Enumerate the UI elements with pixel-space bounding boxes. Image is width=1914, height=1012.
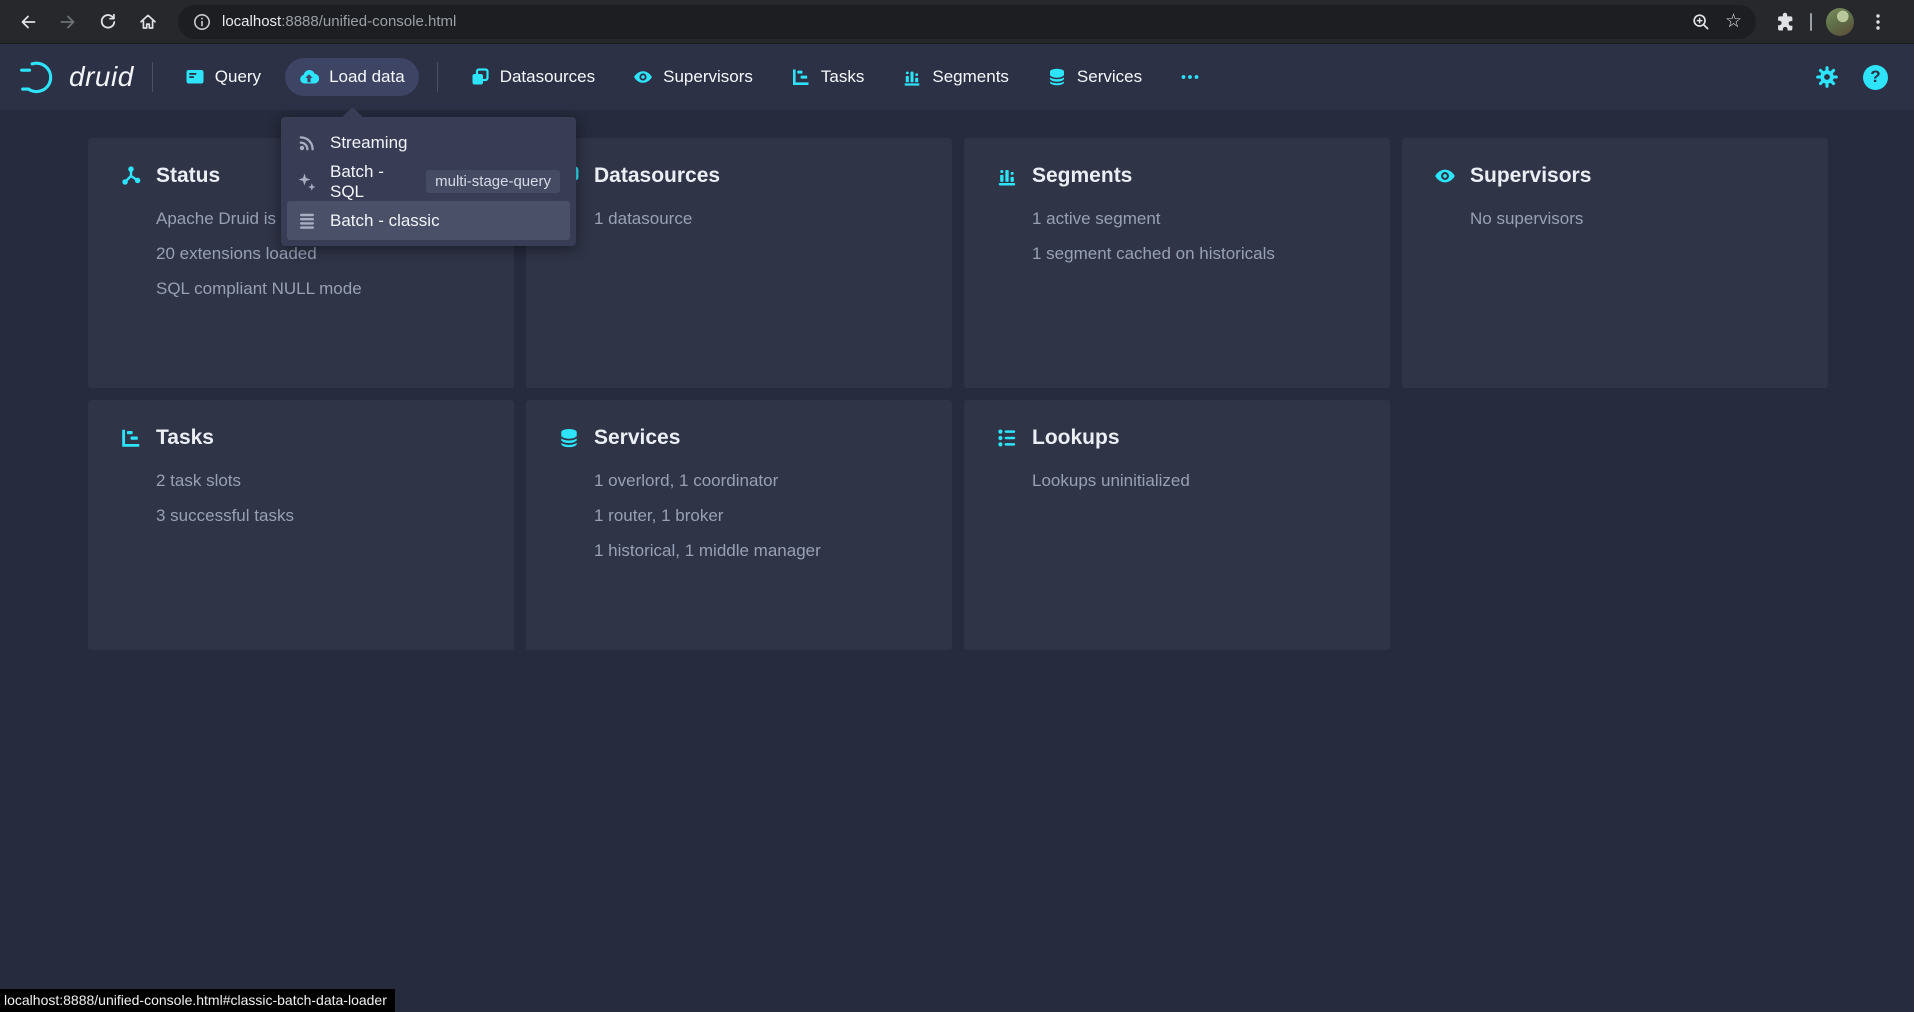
- reload-icon[interactable]: [90, 4, 126, 40]
- menu-item-streaming[interactable]: Streaming: [287, 123, 570, 162]
- nav-item-tasks[interactable]: Tasks: [777, 58, 878, 96]
- eye-icon: [1434, 165, 1456, 187]
- more-icon: [1180, 67, 1200, 87]
- bookmark-star-icon[interactable]: ☆: [1725, 12, 1742, 31]
- nav-item-label: Load data: [329, 67, 405, 87]
- back-icon[interactable]: [10, 4, 46, 40]
- nav-item-label: Services: [1077, 67, 1142, 87]
- toolbar-separator: [1810, 13, 1812, 31]
- list-icon: [297, 211, 317, 231]
- menu-item-batch-classic[interactable]: Batch - classic: [287, 201, 570, 240]
- card-line: 3 successful tasks: [156, 498, 482, 533]
- feed-icon: [297, 133, 317, 153]
- nav-item-segments[interactable]: Segments: [888, 58, 1023, 96]
- browser-toolbar: localhost:8888/unified-console.html ☆: [0, 0, 1914, 44]
- card-line: 1 segment cached on historicals: [1032, 236, 1358, 271]
- link-preview-text: localhost:8888/unified-console.html#clas…: [4, 992, 387, 1008]
- card-line: 1 datasource: [594, 201, 920, 236]
- druid-logo[interactable]: druid: [18, 56, 134, 98]
- card-line: 1 historical, 1 middle manager: [594, 533, 920, 568]
- cloud-upload-icon: [299, 67, 319, 87]
- card-datasources[interactable]: Datasources 1 datasource: [526, 138, 952, 388]
- eye-icon: [633, 67, 653, 87]
- card-tasks[interactable]: Tasks 2 task slots 3 successful tasks: [88, 400, 514, 650]
- settings-gear-icon[interactable]: [1815, 65, 1839, 89]
- nav-item-load-data[interactable]: Load data: [285, 58, 419, 96]
- nav-divider: [437, 62, 438, 92]
- card-title: Datasources: [594, 164, 720, 188]
- druid-navbar: druid Query Load data Datasources: [0, 44, 1914, 110]
- card-title: Segments: [1032, 164, 1132, 188]
- nav-item-label: Supervisors: [663, 67, 753, 87]
- extensions-icon[interactable]: [1774, 11, 1796, 33]
- home-icon[interactable]: [130, 4, 166, 40]
- nav-item-datasources[interactable]: Datasources: [456, 58, 609, 96]
- card-line: No supervisors: [1470, 201, 1796, 236]
- database-icon: [1047, 67, 1067, 87]
- msq-badge: multi-stage-query: [426, 170, 560, 193]
- menu-item-label: Batch - classic: [330, 211, 440, 231]
- brand-wordmark: druid: [69, 61, 134, 93]
- forward-icon[interactable]: [50, 4, 86, 40]
- nav-divider: [152, 62, 153, 92]
- card-title: Services: [594, 426, 680, 450]
- sparkles-icon: [297, 172, 317, 192]
- database-icon: [558, 427, 580, 449]
- bar-chart-icon: [902, 67, 922, 87]
- properties-icon: [996, 427, 1018, 449]
- card-title: Supervisors: [1470, 164, 1591, 188]
- card-title: Status: [156, 164, 220, 188]
- card-line: 2 task slots: [156, 463, 482, 498]
- card-line: 1 overlord, 1 coordinator: [594, 463, 920, 498]
- help-icon[interactable]: ?: [1863, 65, 1888, 90]
- card-segments[interactable]: Segments 1 active segment 1 segment cach…: [964, 138, 1390, 388]
- avatar[interactable]: [1826, 8, 1854, 36]
- card-title: Tasks: [156, 426, 214, 450]
- site-info-icon[interactable]: [192, 12, 212, 32]
- card-line: 1 active segment: [1032, 201, 1358, 236]
- bar-chart-icon: [996, 165, 1018, 187]
- link-preview-statusbar: localhost:8888/unified-console.html#clas…: [0, 989, 395, 1012]
- nav-item-label: Datasources: [500, 67, 595, 87]
- card-line: SQL compliant NULL mode: [156, 271, 482, 306]
- gantt-icon: [791, 67, 811, 87]
- nav-item-label: Segments: [932, 67, 1009, 87]
- menu-item-label: Batch - SQL: [330, 162, 404, 202]
- nav-item-label: Query: [215, 67, 261, 87]
- card-lookups[interactable]: Lookups Lookups uninitialized: [964, 400, 1390, 650]
- datasources-icon: [470, 67, 490, 87]
- nav-item-label: Tasks: [821, 67, 864, 87]
- address-bar[interactable]: localhost:8888/unified-console.html ☆: [178, 5, 1756, 39]
- menu-kebab-icon[interactable]: [1868, 12, 1888, 32]
- nav-item-more[interactable]: [1166, 58, 1214, 96]
- zoom-icon[interactable]: [1691, 12, 1711, 32]
- console-icon: [185, 67, 205, 87]
- card-supervisors[interactable]: Supervisors No supervisors: [1402, 138, 1828, 388]
- menu-item-batch-sql[interactable]: Batch - SQL multi-stage-query: [287, 162, 570, 201]
- graph-icon: [120, 165, 142, 187]
- nav-item-services[interactable]: Services: [1033, 58, 1156, 96]
- load-data-menu: Streaming Batch - SQL multi-stage-query …: [281, 117, 576, 246]
- gantt-icon: [120, 427, 142, 449]
- nav-item-supervisors[interactable]: Supervisors: [619, 58, 767, 96]
- card-services[interactable]: Services 1 overlord, 1 coordinator 1 rou…: [526, 400, 952, 650]
- card-line: 1 router, 1 broker: [594, 498, 920, 533]
- card-line: Lookups uninitialized: [1032, 463, 1358, 498]
- url-text: localhost:8888/unified-console.html: [222, 13, 456, 30]
- menu-item-label: Streaming: [330, 133, 407, 153]
- druid-logo-icon: [18, 56, 60, 98]
- nav-item-query[interactable]: Query: [171, 58, 275, 96]
- card-title: Lookups: [1032, 426, 1120, 450]
